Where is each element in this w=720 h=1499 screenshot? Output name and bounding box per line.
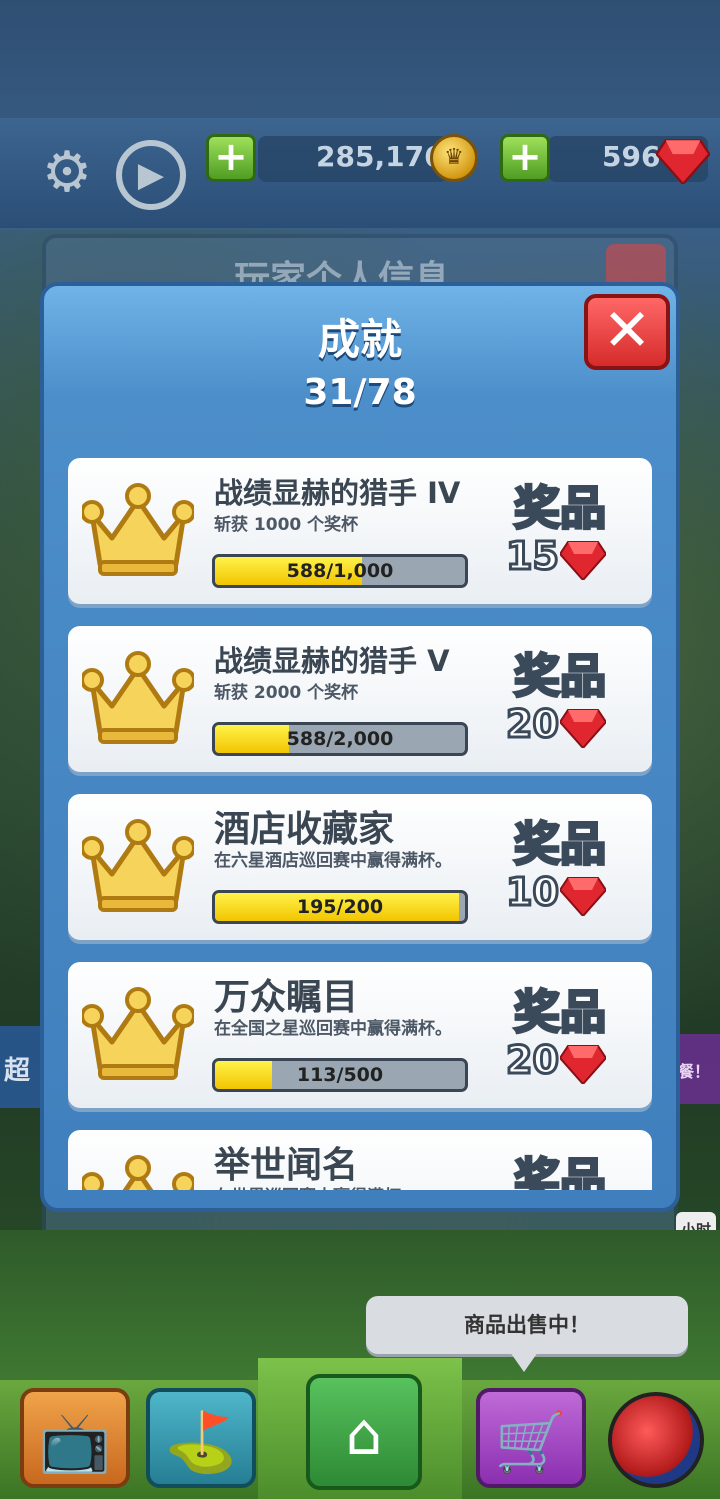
achievement-title: 战绩显赫的猎手 V xyxy=(214,644,450,678)
ruby-gem-icon xyxy=(656,139,710,184)
prize-label: 奖品 xyxy=(513,480,608,537)
achievement-title: 酒店收藏家 xyxy=(214,809,395,850)
achievement-progress-bar: 588/1,000 xyxy=(212,554,468,588)
achievement-title: 举世闻名 xyxy=(214,1145,359,1186)
prize-label: 奖品 xyxy=(513,984,608,1041)
prize-label: 奖品 xyxy=(513,648,608,705)
prize-amount: 20 xyxy=(505,701,561,748)
achievement-card[interactable]: 战绩显赫的猎手 V 斩获 2000 个奖杯 588/2,000 奖品 20 xyxy=(68,626,652,772)
crown-coin-icon: ♛ xyxy=(430,134,478,182)
progress-text: 588/1,000 xyxy=(286,560,394,582)
settings-gear-icon[interactable]: ⚙ xyxy=(34,140,100,206)
golf-bag-icon[interactable]: ⛳ xyxy=(146,1388,256,1488)
progress-text: 195/200 xyxy=(296,896,384,918)
achievement-card[interactable]: 举世闻名 在世界巡回赛中赢得满杯。 奖品 xyxy=(68,1130,652,1190)
progress-text: 113/500 xyxy=(296,1064,384,1086)
club-eagle-icon[interactable] xyxy=(608,1392,704,1488)
achievement-progress-bar: 195/200 xyxy=(212,890,468,924)
ruby-gem-icon xyxy=(560,1045,606,1084)
achievement-card[interactable]: 酒店收藏家 在六星酒店巡回赛中赢得满杯。 195/200 奖品 10 xyxy=(68,794,652,940)
progress-text: 588/2,000 xyxy=(286,728,394,750)
achievement-title: 战绩显赫的猎手 IV xyxy=(214,476,461,510)
achievement-count: 31/78 xyxy=(303,372,417,413)
left-side-banner-label: 超 xyxy=(4,1056,31,1086)
tv-rewards-icon[interactable]: 📺 xyxy=(20,1388,130,1488)
achievement-list[interactable]: 战绩显赫的猎手 IV 斩获 1000 个奖杯 588/1,000 奖品 15 战… xyxy=(40,452,680,1190)
gem-balance: 596 xyxy=(602,140,661,173)
replay-play-icon[interactable]: ▶ xyxy=(116,140,186,210)
shop-sale-tooltip: 商品出售中！ xyxy=(366,1296,688,1354)
tooltip-arrow xyxy=(510,1352,538,1372)
prize-label: 奖品 xyxy=(513,816,608,873)
achievement-description: 斩获 1000 个奖杯 xyxy=(214,515,359,535)
prize-amount: 15 xyxy=(505,533,561,580)
right-side-banner-label: 餐！ xyxy=(678,1062,711,1081)
shop-cart-icon[interactable]: 🛒 xyxy=(476,1388,586,1488)
achievement-card[interactable]: 万众瞩目 在全国之星巡回赛中赢得满杯。 113/500 奖品 20 xyxy=(68,962,652,1108)
ruby-gem-icon xyxy=(560,877,606,916)
close-button[interactable]: ✕ xyxy=(584,294,670,370)
achievement-description: 在六星酒店巡回赛中赢得满杯。 xyxy=(214,851,452,871)
prize-label: 奖品 xyxy=(513,1152,608,1191)
achievement-description: 在世界巡回赛中赢得满杯。 xyxy=(214,1182,418,1190)
gold-crown-icon xyxy=(82,819,194,912)
coin-balance: 285,176 xyxy=(316,140,444,173)
achievement-title: 万众瞩目 xyxy=(214,977,359,1018)
gold-crown-icon xyxy=(82,483,194,576)
prize-amount: 10 xyxy=(505,869,561,916)
prize-amount: 20 xyxy=(505,1037,561,1084)
achievement-progress-bar: 588/2,000 xyxy=(212,722,468,756)
gold-crown-icon xyxy=(82,1155,194,1190)
home-icon[interactable]: ⌂ xyxy=(306,1374,422,1490)
achievement-description: 斩获 2000 个奖杯 xyxy=(214,683,359,703)
achievement-card[interactable]: 战绩显赫的猎手 IV 斩获 1000 个奖杯 588/1,000 奖品 15 xyxy=(68,458,652,604)
ruby-gem-icon xyxy=(560,709,606,748)
ruby-gem-icon xyxy=(560,541,606,580)
achievement-progress-bar: 113/500 xyxy=(212,1058,468,1092)
gold-crown-icon xyxy=(82,987,194,1080)
add-coins-button[interactable]: + xyxy=(206,134,256,182)
achievement-description: 在全国之星巡回赛中赢得满杯。 xyxy=(214,1019,452,1039)
gold-crown-icon xyxy=(82,651,194,744)
add-gems-button[interactable]: + xyxy=(500,134,550,182)
